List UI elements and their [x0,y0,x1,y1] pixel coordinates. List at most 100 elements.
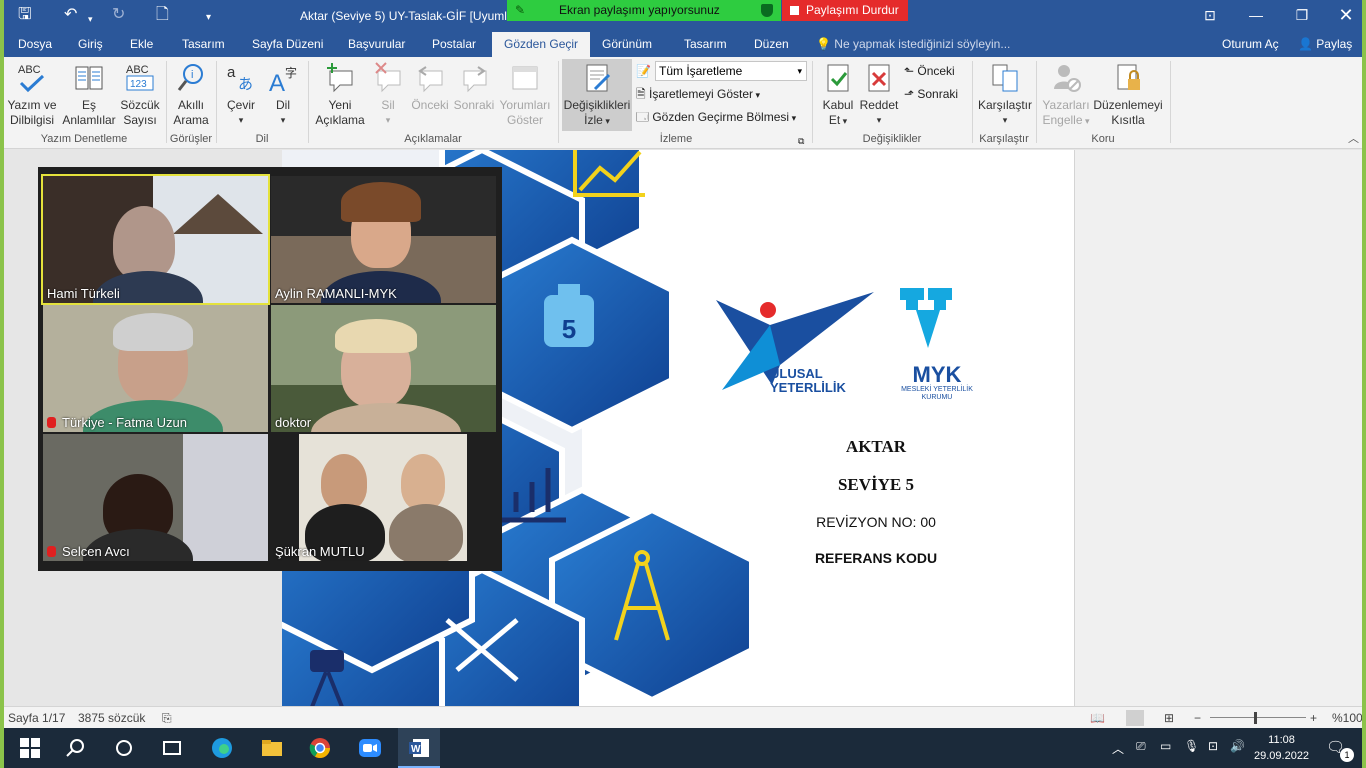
accept-button[interactable]: Kabul Et ▾ [816,61,860,129]
redo-icon[interactable]: ↻ [112,6,125,24]
block-authors-button[interactable]: Yazarları Engelle ▾ [1040,61,1092,129]
previous-change-button[interactable]: ⬑ Önceki [904,63,955,79]
group-comments: Açıklamalar [404,133,462,145]
smart-lookup-button[interactable]: i Akıllı Arama [170,61,212,128]
proofing-status-icon[interactable]: ⎘ [162,707,172,729]
battery-icon[interactable]: ▭ [1160,739,1171,753]
compare-button[interactable]: Karşılaştır ▾ [976,61,1034,128]
close-button[interactable]: ✕ [1326,4,1362,26]
zoom-app-icon[interactable] [358,736,382,760]
zoom-slider[interactable] [1210,717,1306,718]
cortana-icon[interactable] [112,736,136,760]
windows-start-icon[interactable] [18,736,42,760]
spelling-grammar-button[interactable]: ABC Yazım ve Dilbilgisi [6,61,58,128]
search-icon[interactable] [64,736,88,760]
collapse-ribbon-icon[interactable]: ︿ [1348,131,1359,147]
word-count-button[interactable]: ABC 123 Sözcük Sayısı [118,61,162,128]
zoom-slider-thumb[interactable] [1254,712,1257,724]
new-document-icon[interactable]: 🗋 [156,6,169,24]
video-tile[interactable]: Aylin RAMANLI-MYK [271,176,496,303]
tell-me-search[interactable]: 💡 Ne yapmak istediğinizi söyleyin... [816,32,1010,57]
show-markup-button[interactable]: 🗎 İşaretlemeyi Göster ▾ [636,86,760,103]
system-clock[interactable]: 11:08 29.09.2022 [1254,732,1309,764]
previous-comment-label: Önceki [411,98,449,112]
chevron-up-icon[interactable]: ︿ [1112,740,1124,757]
word-taskbar-item[interactable]: W [398,728,440,768]
video-tile[interactable]: Türkiye - Fatma Uzun [43,305,268,432]
restore-button[interactable]: ❐ [1282,4,1322,26]
participant-name: Şükran MUTLU [275,544,365,559]
translate-button[interactable]: aあ Çevir ▾ [220,61,262,128]
language-button[interactable]: A字 Dil ▾ [262,61,304,128]
show-comments-icon [512,66,538,90]
zoom-level[interactable]: %100 [1332,707,1362,729]
undo-dropdown-icon[interactable]: ▾ [88,10,93,28]
track-changes-label-2: İzle [584,113,603,127]
delete-comment-button[interactable]: Sil ▾ [368,61,408,128]
tab-insert[interactable]: Ekle [122,32,161,57]
print-layout-icon[interactable] [1126,710,1144,726]
tab-review[interactable]: Gözden Geçir [492,32,591,57]
previous-comment-button[interactable]: Önceki [408,61,452,113]
thesaurus-button[interactable]: Eş Anlamlılar [60,61,118,128]
track-changes-button[interactable]: Değişiklikleri İzle ▾ [562,59,632,131]
restrict-editing-button[interactable]: Düzenlemeyi Kısıtla [1092,61,1164,128]
participant-face [321,454,367,510]
tab-mailings[interactable]: Postalar [424,32,484,57]
reject-button[interactable]: Reddet ▾ [858,61,900,128]
web-layout-icon[interactable]: ⊞ [1164,707,1174,729]
pin-icon[interactable]: ✎ [515,0,525,21]
markup-dropdown[interactable]: Tüm İşaretleme ▾ [655,61,807,81]
dialog-launcher-icon[interactable]: ⧉ [798,133,804,149]
new-comment-button[interactable]: Yeni Açıklama [312,61,368,128]
reviewing-pane-button[interactable]: 🗔 Gözden Geçirme Bölmesi ▾ [636,109,796,126]
zoom-out-icon[interactable]: − [1194,707,1201,729]
read-mode-icon[interactable]: 📖 [1090,707,1105,729]
share-label: Paylaş [1316,37,1353,51]
undo-icon[interactable]: ↶ [64,6,77,24]
task-view-icon[interactable] [160,736,184,760]
group-language: Dil [255,133,269,145]
participant-body [311,403,461,432]
video-tile[interactable]: Selcen Avcı [43,434,268,561]
svg-text:a: a [227,64,236,81]
microphone-icon[interactable]: 🎙 [1184,739,1199,753]
stop-share-button[interactable]: Paylaşımı Durdur [782,0,908,21]
minimize-button[interactable]: — [1236,4,1276,26]
tab-file[interactable]: Dosya [10,32,60,57]
video-tile[interactable]: Hami Türkeli [41,174,270,305]
share-button[interactable]: 👤 Paylaş [1298,32,1352,57]
tab-design[interactable]: Tasarım [174,32,233,57]
save-icon[interactable]: 🖫 [18,6,32,24]
participant-name: Türkiye - Fatma Uzun [47,415,187,430]
tab-references[interactable]: Başvurular [340,32,413,57]
language-label: Dil [276,98,290,112]
video-tile[interactable]: Şükran MUTLU [271,434,496,561]
chrome-icon[interactable] [308,736,332,760]
volume-icon[interactable]: 🔊 [1230,739,1245,753]
tab-home[interactable]: Giriş [70,32,111,57]
tab-table-design[interactable]: Tasarım [676,32,735,57]
edge-icon[interactable] [210,736,234,760]
chevron-down-icon: ▾ [797,66,802,76]
sign-in-link[interactable]: Oturum Aç [1222,32,1279,57]
show-comments-button[interactable]: Yorumları Göster [496,61,554,128]
meet-now-icon[interactable]: ⎚ [1136,739,1146,754]
network-icon[interactable]: ⊡ [1208,739,1218,753]
tab-view[interactable]: Görünüm [594,32,660,57]
video-gallery[interactable]: Hami Türkeli Aylin RAMANLI-MYK Türkiye -… [38,167,502,571]
cover-level: SEVİYE 5 [837,475,915,494]
page-count[interactable]: Sayfa 1/17 [8,707,65,729]
word-count[interactable]: 3875 sözcük [78,707,145,729]
next-change-button[interactable]: ⬏ Sonraki [904,86,958,102]
zoom-in-icon[interactable]: + [1310,707,1317,729]
video-tile[interactable]: doktor [271,305,496,432]
tab-layout[interactable]: Sayfa Düzeni [244,32,331,57]
blinds-background [183,434,268,561]
track-changes-label-2-wrap: İzle ▾ [562,113,632,129]
file-explorer-icon[interactable] [260,736,284,760]
ribbon-display-options-icon[interactable]: ⊡ [1190,4,1230,26]
next-comment-button[interactable]: Sonraki [452,61,496,113]
customize-toolbar-icon[interactable]: ▾ [206,9,211,27]
tab-table-layout[interactable]: Düzen [746,32,797,57]
